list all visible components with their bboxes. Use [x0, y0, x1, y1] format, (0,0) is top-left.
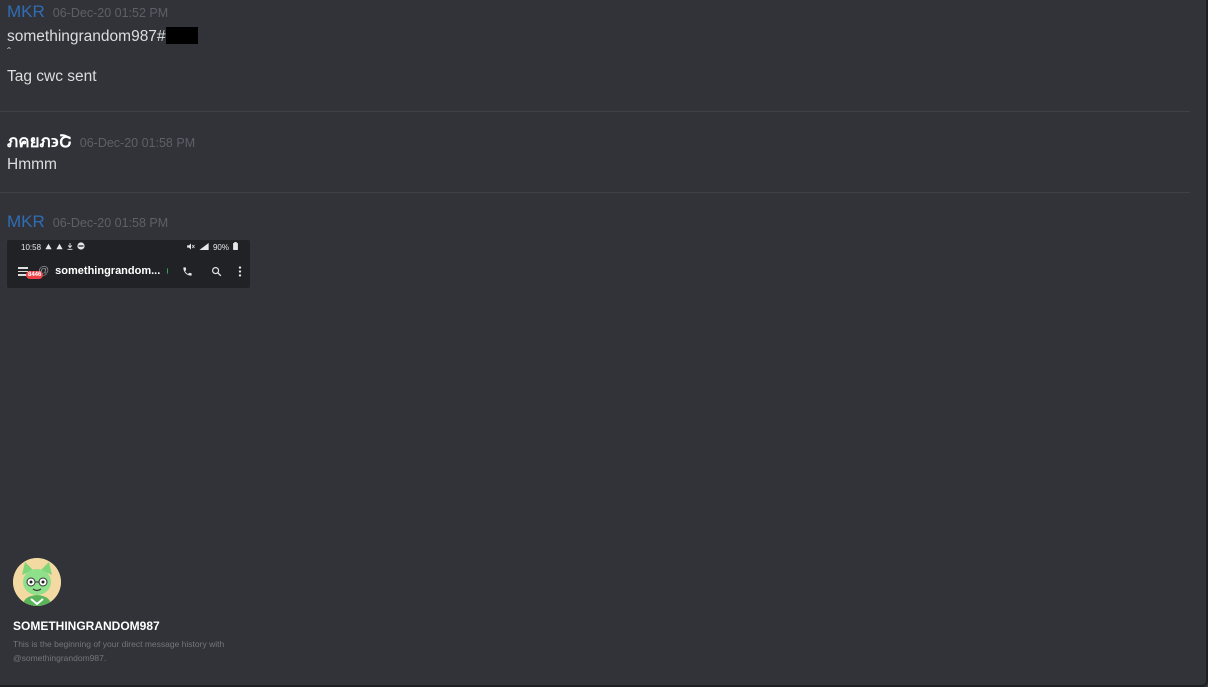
- message-divider: [0, 192, 1190, 193]
- message-text: somethingrandom987#: [7, 27, 198, 47]
- mute-icon: [187, 242, 195, 252]
- message-2: ภคยภ϶Շ 06-Dec-20 01:58 PM Hmmm: [7, 132, 195, 175]
- dm-username: SOMETHINGRANDOM987: [13, 619, 160, 633]
- redaction-box: [165, 27, 198, 44]
- battery-icon: [233, 242, 238, 252]
- chat-window: MKR 06-Dec-20 01:52 PM somethingrandom98…: [0, 0, 1208, 687]
- author-name[interactable]: ภคยภ϶Շ: [7, 132, 72, 152]
- alert-icon: [45, 243, 52, 252]
- more-icon[interactable]: [238, 264, 242, 278]
- battery-level: 90%: [212, 242, 229, 252]
- author-name[interactable]: MKR: [7, 212, 45, 232]
- search-icon[interactable]: [211, 264, 222, 278]
- phone-icon[interactable]: [182, 264, 193, 278]
- message-1: MKR 06-Dec-20 01:52 PM somethingrandom98…: [7, 2, 198, 87]
- download-icon: [67, 242, 73, 252]
- message-header: ภคยภ϶Շ 06-Dec-20 01:58 PM: [7, 132, 195, 152]
- menu-icon[interactable]: 8446: [18, 265, 44, 279]
- message-3: MKR 06-Dec-20 01:58 PM: [7, 212, 168, 232]
- phone-status-bar: 10:58 90%: [7, 240, 250, 254]
- dm-description-line: This is the beginning of your direct mes…: [13, 639, 225, 649]
- dnd-icon: [77, 242, 85, 252]
- signal-icon: [199, 242, 209, 252]
- message-timestamp: 06-Dec-20 01:52 PM: [52, 6, 169, 20]
- message-text: Tag cwc sent: [7, 68, 97, 85]
- dm-description-line: @somethingrandom987.: [13, 653, 107, 663]
- status-time: 10:58: [21, 242, 42, 252]
- image-attachment[interactable]: 10:58 90% 8446 @ somethingrandom...: [7, 240, 250, 288]
- message-text: Hmmm: [7, 156, 57, 173]
- alert-icon: [56, 243, 63, 252]
- dm-description: This is the beginning of your direct mes…: [13, 637, 243, 665]
- dm-intro: SOMETHINGRANDOM987 This is the beginning…: [13, 558, 243, 665]
- message-header: MKR 06-Dec-20 01:52 PM: [7, 2, 198, 22]
- message-text-line: somethingrandom987#: [7, 28, 166, 45]
- online-status-dot: [167, 268, 168, 274]
- message-divider: [0, 111, 1190, 112]
- message-timestamp: 06-Dec-20 01:58 PM: [79, 136, 196, 150]
- author-name[interactable]: MKR: [7, 2, 45, 22]
- notification-badge: 8446: [26, 271, 44, 279]
- message-header: MKR 06-Dec-20 01:58 PM: [7, 212, 168, 232]
- caret-mark: ˆ: [7, 45, 11, 59]
- phone-channel-header: 8446 @ somethingrandom...: [7, 254, 250, 288]
- avatar[interactable]: [13, 558, 61, 606]
- channel-name[interactable]: somethingrandom...: [55, 265, 160, 277]
- message-timestamp: 06-Dec-20 01:58 PM: [52, 216, 169, 230]
